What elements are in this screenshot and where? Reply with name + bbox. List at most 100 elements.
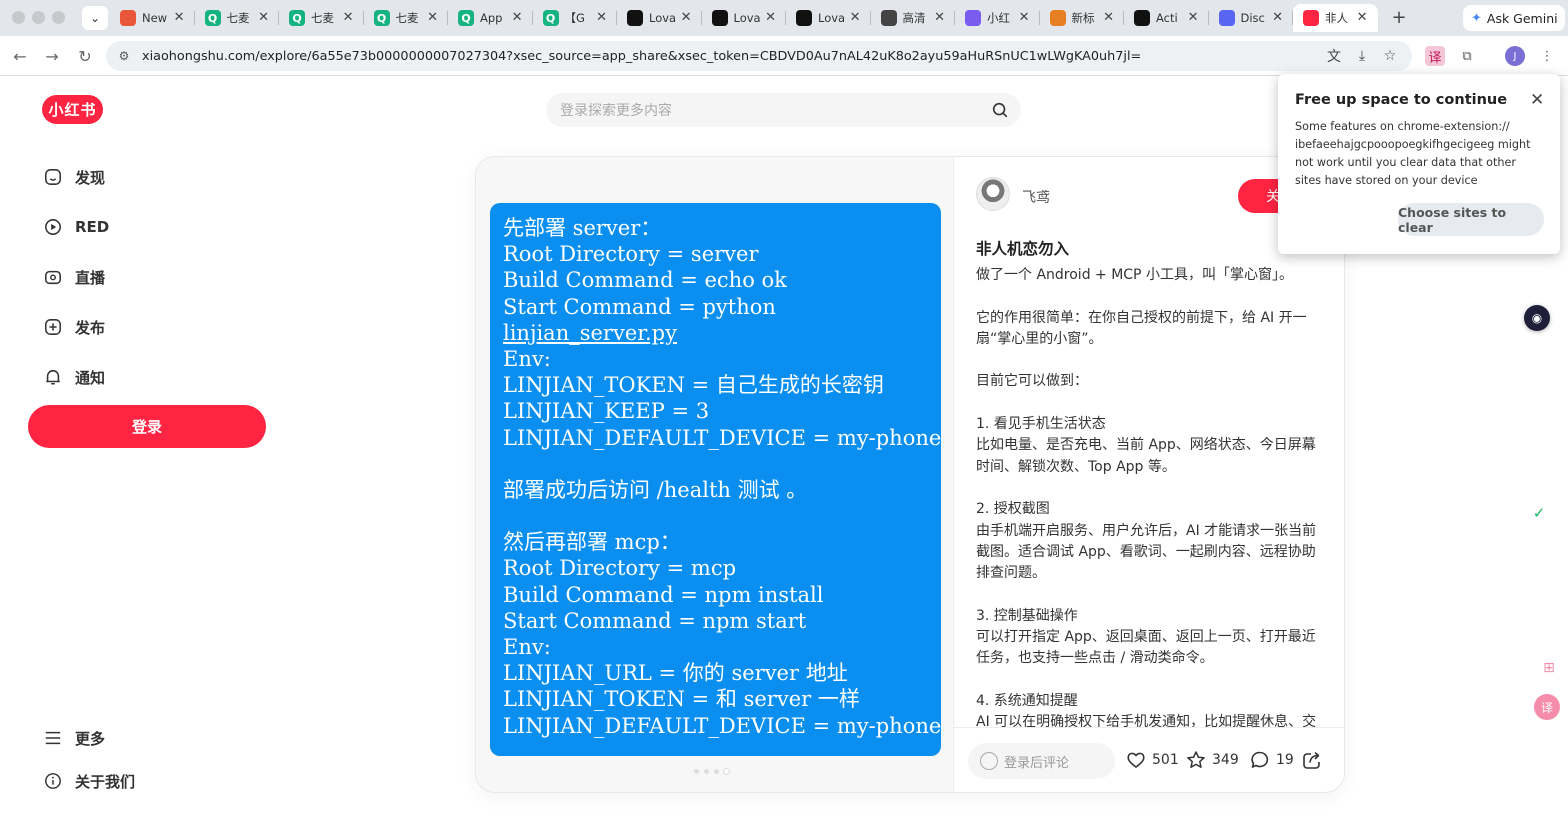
tab-13[interactable]: Acti ✕ — [1124, 4, 1209, 32]
tab-12[interactable]: 新标 ✕ — [1040, 4, 1124, 32]
carousel-pagination — [694, 769, 729, 774]
site-info-icon[interactable]: ⚙ — [110, 45, 138, 67]
storage-warning-popup: Free up space to continue ✕ Some feature… — [1278, 74, 1560, 254]
tab-close-icon[interactable]: ✕ — [765, 10, 776, 25]
nav-item-red[interactable]: RED — [44, 212, 109, 242]
tab-close-icon[interactable]: ✕ — [596, 10, 607, 25]
carousel-dot-active[interactable] — [724, 769, 729, 774]
close-icon[interactable]: ✕ — [1530, 90, 1544, 110]
tab-close-icon[interactable]: ✕ — [427, 10, 438, 25]
reload-icon: ↻ — [78, 46, 92, 66]
tab-search-button[interactable]: ⌄ — [82, 6, 108, 30]
tab-3[interactable]: Q 七麦 ✕ — [279, 4, 364, 32]
tab-close-icon[interactable]: ✕ — [1103, 10, 1114, 25]
tab-close-icon[interactable]: ✕ — [1357, 10, 1368, 25]
forward-button[interactable]: → — [42, 46, 62, 66]
window-minimize-button[interactable] — [32, 11, 45, 24]
tab-1[interactable]: New ✕ — [110, 4, 195, 32]
asterisk-icon — [120, 10, 136, 26]
reload-button[interactable]: ↻ — [75, 46, 95, 66]
browser-menu-icon[interactable]: ⋮ — [1537, 46, 1557, 66]
slide-line: Env: — [503, 635, 551, 659]
comment-button[interactable]: 19 — [1250, 750, 1294, 770]
check-extension-icon[interactable]: ✓ — [1526, 500, 1552, 526]
like-button[interactable]: 501 — [1126, 750, 1179, 770]
note-paragraph: 4. 系统通知提醒 — [976, 692, 1078, 709]
tab-close-icon[interactable]: ✕ — [934, 10, 945, 25]
tab-7[interactable]: Lova ✕ — [617, 4, 702, 32]
tab-close-icon[interactable]: ✕ — [174, 10, 185, 25]
note-media-carousel[interactable]: 先部署 server： Root Directory = server Build … — [476, 157, 954, 792]
about-link[interactable]: 关于我们 — [44, 766, 135, 796]
arrow-left-icon: ← — [13, 46, 27, 66]
search-input[interactable]: 登录探索更多内容 — [546, 93, 1021, 127]
search-icon[interactable] — [991, 101, 1009, 119]
tab-15[interactable]: 非人 ✕ — [1293, 4, 1378, 32]
play-circle-icon — [45, 219, 61, 235]
slide-line: Root Directory = mcp — [503, 556, 737, 581]
author-name[interactable]: 飞鸢 — [1022, 187, 1050, 207]
tab-close-icon[interactable]: ✕ — [512, 10, 523, 25]
note-paragraph — [976, 393, 1328, 414]
xiaohongshu-logo[interactable]: 小红书 — [42, 95, 103, 124]
back-button[interactable]: ← — [10, 46, 30, 66]
tab-close-icon[interactable]: ✕ — [681, 10, 692, 25]
address-bar[interactable]: ⚙ xiaohongshu.com/explore/6a55e73b000000… — [106, 41, 1412, 71]
tab-8[interactable]: Lova ✕ — [702, 4, 786, 32]
share-button[interactable] — [1302, 750, 1328, 770]
more-menu[interactable]: 更多 — [44, 723, 105, 753]
extensions-puzzle-icon[interactable]: ⧉ — [1457, 46, 1477, 66]
tab-2[interactable]: Q 七麦 ✕ — [195, 4, 279, 32]
profile-avatar[interactable]: J — [1505, 46, 1525, 66]
q-icon: Q — [458, 10, 474, 26]
tab-9[interactable]: Lova ✕ — [786, 4, 871, 32]
tab-5[interactable]: Q App ✕ — [448, 4, 533, 32]
tab-4[interactable]: Q 七麦 ✕ — [364, 4, 448, 32]
popup-body: Some features on chrome-extension:// ibe… — [1295, 120, 1531, 187]
slide-line: 然后再部署 mcp： — [503, 530, 681, 555]
comment-input[interactable]: 登录后评论 — [968, 743, 1115, 779]
collect-button[interactable]: 349 — [1186, 750, 1239, 770]
assistant-bot-icon[interactable]: ◉ — [1524, 305, 1550, 331]
tab-10[interactable]: 高清 ✕ — [871, 4, 955, 32]
nav-item-discover[interactable]: 发现 — [44, 162, 105, 192]
ask-gemini-button[interactable]: ✦ Ask Gemini — [1463, 5, 1565, 31]
bookmark-star-icon[interactable]: ☆ — [1380, 46, 1400, 66]
tab-title: 非人 — [1325, 11, 1348, 25]
tab-close-icon[interactable]: ✕ — [1188, 10, 1199, 25]
carousel-dot[interactable] — [714, 769, 719, 774]
nav-item-live[interactable]: 直播 — [44, 262, 105, 292]
author-avatar[interactable] — [976, 177, 1010, 211]
tab-close-icon[interactable]: ✕ — [1019, 10, 1030, 25]
tab-list: New ✕ Q 七麦 ✕ Q 七麦 ✕ Q 七麦 ✕ Q App ✕ Q 【G ✕ Lova ✕ Lova ✕ Lova ✕… — [110, 4, 1378, 32]
tab-6[interactable]: Q 【G ✕ — [533, 4, 617, 32]
discord-icon — [1218, 10, 1235, 26]
tab-close-icon[interactable]: ✕ — [258, 10, 269, 25]
slide-line: LINJIAN_URL = 你的 server 地址 — [503, 661, 848, 686]
url-text[interactable]: xiaohongshu.com/explore/6a55e73b00000000… — [142, 49, 1282, 64]
window-close-button[interactable] — [12, 11, 25, 24]
window-zoom-button[interactable] — [52, 11, 65, 24]
note-paragraph: 它的作用很简单：在你自己授权的前提下，给 AI 开一扇“掌心里的小窗”。 — [976, 309, 1307, 347]
nav-item-notifications[interactable]: 通知 — [44, 362, 105, 392]
install-app-icon[interactable]: ⤓ — [1352, 46, 1372, 66]
nav-label: 直播 — [75, 268, 106, 287]
new-tab-button[interactable]: + — [1388, 6, 1410, 28]
nav-item-publish[interactable]: 发布 — [44, 312, 105, 342]
apps-grid-icon[interactable]: ⊞ — [1536, 655, 1562, 681]
tab-close-icon[interactable]: ✕ — [1272, 10, 1283, 25]
choose-sites-button[interactable]: Choose sites to clear — [1398, 203, 1544, 236]
carousel-dot[interactable] — [704, 769, 709, 774]
translate-icon[interactable]: 文 — [1324, 46, 1344, 66]
tab-11[interactable]: 小红 ✕ — [955, 4, 1040, 32]
engagement-bar: 登录后评论 501 349 19 — [954, 727, 1344, 792]
login-button[interactable]: 登录 — [28, 405, 266, 448]
tab-close-icon[interactable]: ✕ — [343, 10, 354, 25]
slide-line: 部署成功后访问 /health 测试 。 — [503, 477, 808, 502]
lovable-icon — [627, 10, 643, 26]
translate-float-icon[interactable]: 译 — [1534, 694, 1560, 720]
tab-close-icon[interactable]: ✕ — [850, 10, 861, 25]
tab-14[interactable]: Disc ✕ — [1209, 4, 1293, 32]
translate-extension-icon[interactable]: 译 — [1425, 46, 1445, 66]
carousel-dot[interactable] — [694, 769, 699, 774]
